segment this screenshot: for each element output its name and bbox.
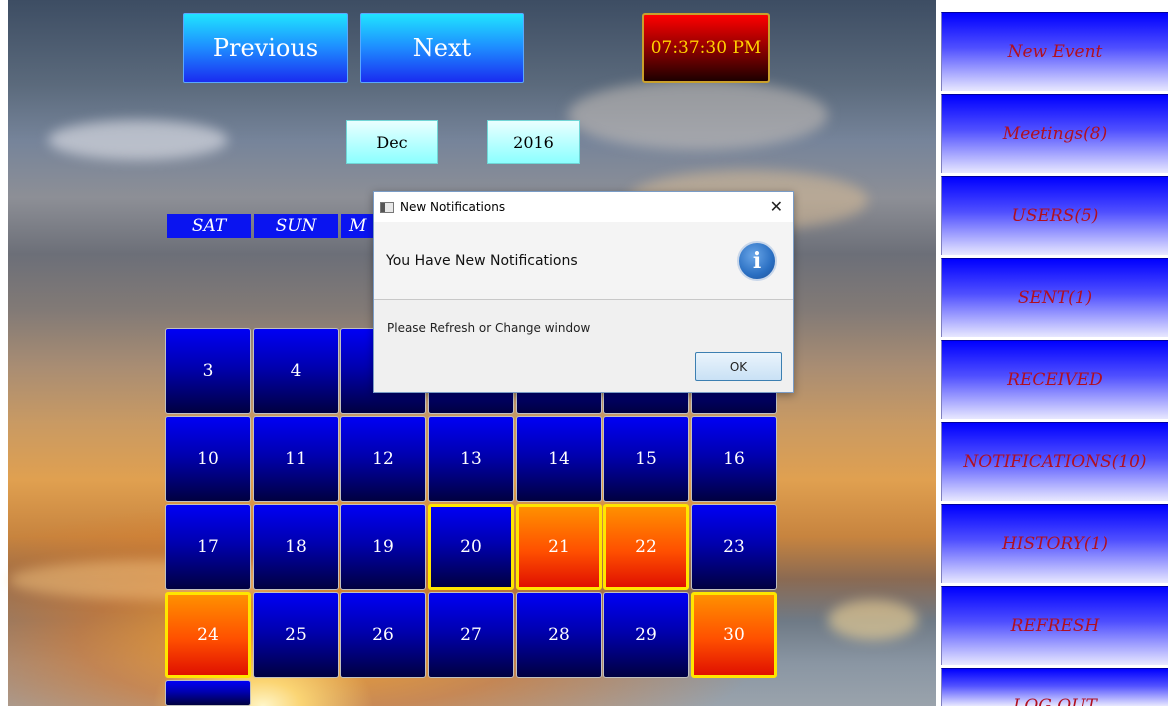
calendar-day[interactable]: 23: [691, 504, 777, 590]
calendar-day[interactable]: 10: [165, 416, 251, 502]
app-window-icon: [380, 201, 394, 213]
calendar-day[interactable]: 13: [428, 416, 514, 502]
calendar-day-event[interactable]: 30: [691, 592, 777, 678]
calendar-day[interactable]: 27: [428, 592, 514, 678]
calendar-day[interactable]: 4: [253, 328, 339, 414]
calendar-day[interactable]: 25: [253, 592, 339, 678]
sidebar-item-users[interactable]: USERS(5): [941, 176, 1168, 255]
sidebar-item-refresh[interactable]: REFRESH: [941, 586, 1168, 665]
calendar-day[interactable]: 12: [340, 416, 426, 502]
dialog-header: You Have New Notifications i: [374, 222, 793, 300]
calendar-day[interactable]: 17: [165, 504, 251, 590]
calendar-day[interactable]: 15: [603, 416, 689, 502]
info-icon: i: [737, 241, 777, 281]
calendar-day[interactable]: [165, 680, 251, 706]
calendar-day-event[interactable]: 21: [516, 504, 602, 590]
month-selector[interactable]: Dec: [346, 120, 438, 164]
sidebar-item-log-out[interactable]: LOG OUT: [941, 668, 1168, 706]
notification-dialog: New Notifications ✕ You Have New Notific…: [373, 191, 794, 393]
sidebar-item-history[interactable]: HISTORY(1): [941, 504, 1168, 583]
next-button[interactable]: Next: [360, 13, 524, 83]
calendar-day[interactable]: 14: [516, 416, 602, 502]
year-selector[interactable]: 2016: [487, 120, 580, 164]
calendar-day-today[interactable]: 20: [428, 504, 514, 590]
sidebar-item-sent[interactable]: SENT(1): [941, 258, 1168, 337]
calendar-day[interactable]: 11: [253, 416, 339, 502]
sidebar-item-notifications[interactable]: NOTIFICATIONS(10): [941, 422, 1168, 501]
calendar-day[interactable]: 26: [340, 592, 426, 678]
calendar-day-event[interactable]: 22: [603, 504, 689, 590]
sidebar-item-new-event[interactable]: New Event: [941, 12, 1168, 91]
sidebar-item-received[interactable]: RECEIVED: [941, 340, 1168, 419]
calendar-day[interactable]: 16: [691, 416, 777, 502]
close-icon[interactable]: ✕: [770, 197, 783, 216]
sidebar-item-label: LOG OUT: [1013, 696, 1097, 706]
calendar-day[interactable]: 28: [516, 592, 602, 678]
calendar-day[interactable]: 19: [340, 504, 426, 590]
dialog-header-text: You Have New Notifications: [386, 252, 578, 269]
ok-button[interactable]: OK: [695, 352, 782, 381]
calendar-day-event[interactable]: 24: [165, 592, 251, 678]
dialog-title: New Notifications: [400, 200, 506, 214]
previous-button[interactable]: Previous: [183, 13, 348, 83]
day-header-sun: SUN: [254, 214, 338, 238]
dialog-message: Please Refresh or Change window: [387, 321, 591, 335]
calendar-day[interactable]: 29: [603, 592, 689, 678]
clock-display: 07:37:30 PM: [642, 13, 770, 83]
sidebar-item-meetings[interactable]: Meetings(8): [941, 94, 1168, 173]
calendar-day[interactable]: 18: [253, 504, 339, 590]
calendar-day[interactable]: 3: [165, 328, 251, 414]
sidebar: New Event Meetings(8) USERS(5) SENT(1) R…: [936, 0, 1168, 706]
dialog-titlebar[interactable]: New Notifications ✕: [374, 192, 793, 222]
day-header-sat: SAT: [167, 214, 251, 238]
